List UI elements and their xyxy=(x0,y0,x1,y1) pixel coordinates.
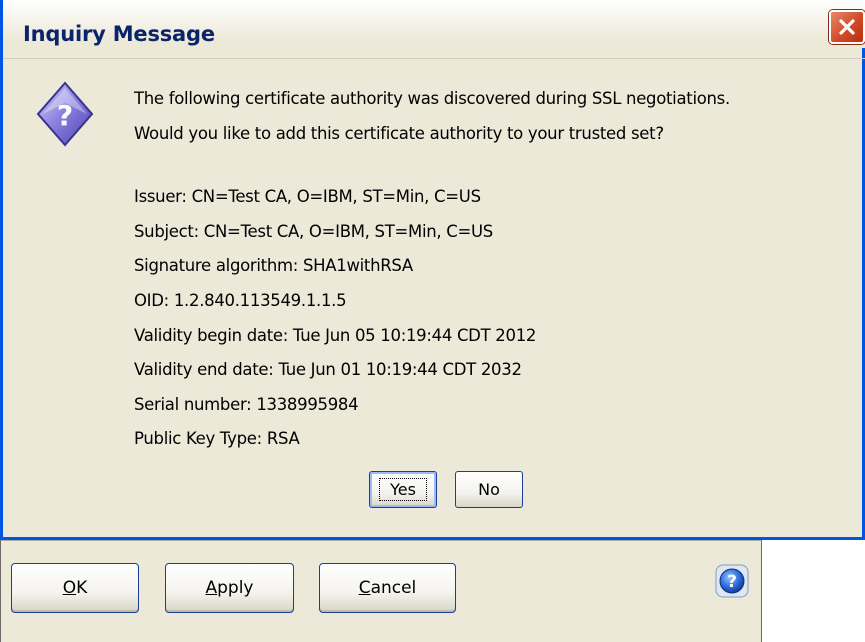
close-button[interactable] xyxy=(829,10,865,44)
ok-mnemonic: O xyxy=(62,578,77,598)
apply-label-rest: pply xyxy=(217,578,254,598)
oid-text: OID: 1.2.840.113549.1.1.5 xyxy=(134,291,347,310)
yes-button[interactable]: Yes xyxy=(369,471,437,508)
serial-number-text: Serial number: 1338995984 xyxy=(134,395,359,414)
subject-text: Subject: CN=Test CA, O=IBM, ST=Min, C=US xyxy=(134,222,493,241)
no-button[interactable]: No xyxy=(455,471,523,508)
divider xyxy=(3,58,865,59)
svg-text:?: ? xyxy=(727,572,737,592)
apply-mnemonic: A xyxy=(205,578,218,598)
divider xyxy=(1,540,761,541)
message-line: Would you like to add this certificate a… xyxy=(134,124,664,143)
ok-label-rest: K xyxy=(76,578,88,598)
cancel-mnemonic: C xyxy=(358,578,371,598)
help-icon[interactable]: ? xyxy=(715,564,749,598)
message-line: The following certificate authority was … xyxy=(134,89,730,108)
apply-button[interactable]: Apply xyxy=(165,563,294,613)
cancel-button[interactable]: Cancel xyxy=(319,563,456,613)
dialog-titlebar[interactable]: Inquiry Message xyxy=(3,0,865,48)
validity-end-text: Validity end date: Tue Jun 01 10:19:44 C… xyxy=(134,360,522,379)
svg-text:?: ? xyxy=(57,99,73,132)
issuer-text: Issuer: CN=Test CA, O=IBM, ST=Min, C=US xyxy=(134,187,481,206)
signature-algorithm-text: Signature algorithm: SHA1withRSA xyxy=(134,256,413,275)
ok-button[interactable]: OK xyxy=(11,563,139,613)
no-label: No xyxy=(478,480,500,499)
dialog-title: Inquiry Message xyxy=(23,22,215,46)
cancel-label-rest: ancel xyxy=(370,578,417,598)
inquiry-dialog: Inquiry Message ? The following certific… xyxy=(0,0,865,540)
validity-begin-text: Validity begin date: Tue Jun 05 10:19:44… xyxy=(134,326,537,345)
yes-label: Yes xyxy=(379,478,427,501)
public-key-type-text: Public Key Type: RSA xyxy=(134,429,300,448)
question-icon: ? xyxy=(36,81,94,147)
close-icon xyxy=(839,19,855,35)
